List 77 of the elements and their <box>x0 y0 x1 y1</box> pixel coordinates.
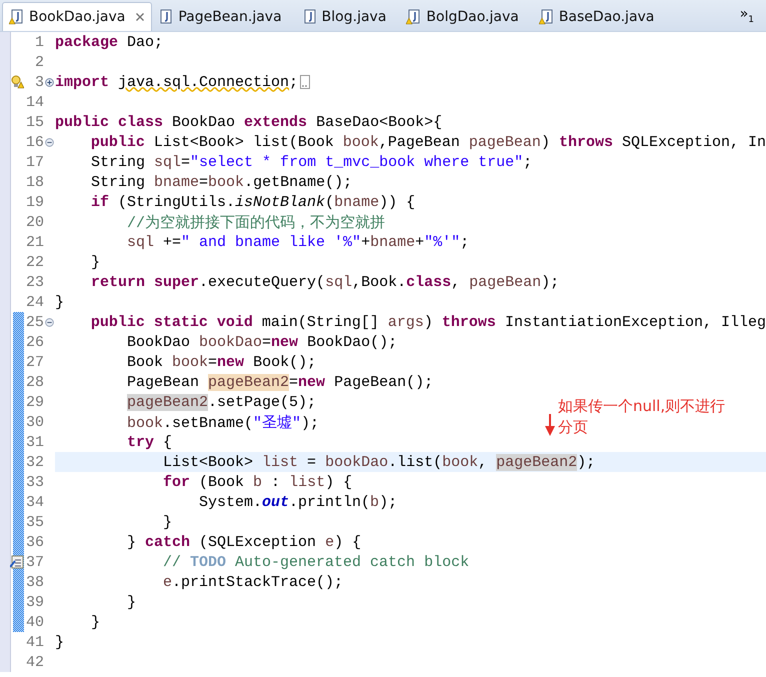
code-line: public List<Book> list(Book book,PageBean pageBean) throws SQLException, In <box>90 134 766 150</box>
code-line: } <box>55 294 64 310</box>
expand-icon[interactable] <box>45 78 54 86</box>
line-number: 38 <box>24 574 44 590</box>
line-number: 19 <box>24 194 44 210</box>
line-number: 25 <box>24 314 44 330</box>
line-number: 17 <box>24 154 44 170</box>
line-number: 16 <box>24 134 44 150</box>
code-line: } <box>127 594 136 610</box>
collapse-icon[interactable] <box>44 138 54 146</box>
code-line: public class BookDao extends BaseDao<Book>{ <box>55 114 442 130</box>
editor-tab[interactable]: BookDao.java <box>2 2 152 31</box>
line-number: 22 <box>24 254 44 270</box>
code-line: PageBean pageBean2=new PageBean(); <box>127 374 434 390</box>
editor-tab[interactable]: BolgDao.java <box>400 2 533 31</box>
editor-tab[interactable]: BaseDao.java <box>532 2 668 31</box>
line-number: 36 <box>24 534 44 550</box>
tab-overflow-button[interactable]: »$_{1}$ <box>740 6 754 25</box>
line-number: 23 <box>24 274 44 290</box>
line-number: 29 <box>24 394 44 410</box>
code-line: Book book=new Book(); <box>127 354 316 370</box>
code-line: package Dao; <box>55 34 164 50</box>
line-number: 1 <box>34 34 44 50</box>
line-number: 2 <box>34 54 44 70</box>
code-line: } <box>163 514 172 530</box>
code-line: if (StringUtils.isNotBlank(bname)) { <box>91 194 416 210</box>
lightbulb-warning-icon[interactable] <box>10 75 24 89</box>
code-line: BookDao bookDao=new BookDao(); <box>127 334 398 350</box>
line-number: 14 <box>24 94 44 110</box>
line-number: 31 <box>24 434 44 450</box>
code-line: sql +=" and bname like '%"+bname+"%'"; <box>127 234 470 250</box>
line-number: 32 <box>24 454 44 470</box>
code-line: return super.executeQuery(sql,Book.class, pageBean); <box>91 274 560 290</box>
line-number: 40 <box>24 614 44 630</box>
code-line: // TODO Auto-generated catch block <box>163 554 470 570</box>
line-number: 24 <box>24 294 44 310</box>
editor-tab[interactable]: PageBean.java <box>152 2 296 31</box>
code-line: public static void main(String[] args) throws InstantiationException, Illeg <box>90 314 766 330</box>
code-line: pageBean2.setPage(5); <box>127 394 316 410</box>
line-number: 42 <box>24 654 44 670</box>
line-number: 39 <box>24 594 44 610</box>
code-line: } <box>91 254 100 270</box>
annotation-text: 如果传一个null,则不进行 <box>558 396 726 417</box>
code-line: import java.sql.Connection; <box>55 74 298 90</box>
line-number: 28 <box>24 374 44 390</box>
line-number: 15 <box>24 114 44 130</box>
code-line: } <box>55 634 64 650</box>
code-line: List<Book> list = bookDao.list(book, pageBean2); <box>163 454 596 470</box>
line-number: 35 <box>24 514 44 530</box>
line-number: 26 <box>24 334 44 350</box>
code-line: try { <box>127 434 172 450</box>
code-line: String bname=book.getBname(); <box>91 174 352 190</box>
arrow-icon <box>545 414 555 436</box>
code-line: String sql="select * from t_mvc_book where true"; <box>91 154 532 170</box>
code-line: book.setBname("圣墟"); <box>127 414 320 432</box>
line-number: 27 <box>24 354 44 370</box>
line-number: 20 <box>24 214 44 230</box>
code-line: System.out.println(b); <box>199 494 398 510</box>
line-number: 21 <box>24 234 44 250</box>
collapse-icon[interactable] <box>44 318 54 326</box>
line-number: 30 <box>24 414 44 430</box>
folded-code-icon[interactable] <box>300 75 310 89</box>
line-number: 3 <box>34 74 44 90</box>
code-line: for (Book b : list) { <box>163 474 352 490</box>
annotation-text: 分页 <box>558 417 589 438</box>
line-number: 18 <box>24 174 44 190</box>
code-line: } catch (SQLException e) { <box>127 534 362 550</box>
editor-tab[interactable]: Blog.java <box>296 2 400 31</box>
code-line: e.printStackTrace(); <box>163 574 344 590</box>
close-icon[interactable] <box>135 12 146 22</box>
line-number: 41 <box>24 634 44 650</box>
line-number: 33 <box>24 474 44 490</box>
code-line: } <box>91 614 100 630</box>
line-number: 37 <box>24 554 44 570</box>
line-number: 34 <box>24 494 44 510</box>
code-line: //为空就拼接下面的代码，不为空就拼 <box>127 214 386 232</box>
task-icon[interactable] <box>10 555 24 569</box>
